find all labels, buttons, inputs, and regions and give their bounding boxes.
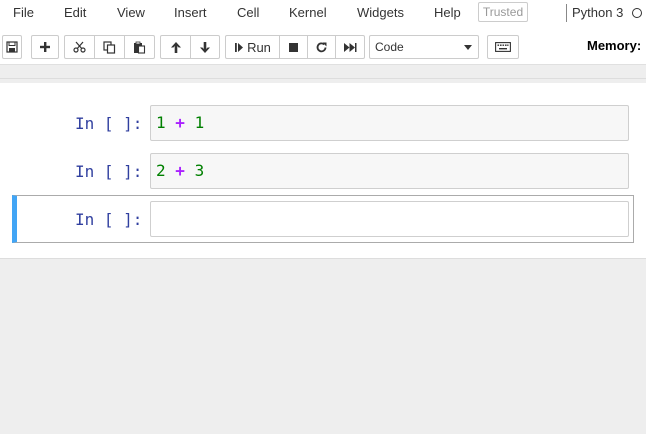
code-input[interactable]: 1 + 1 xyxy=(150,105,629,141)
trusted-badge[interactable]: Trusted xyxy=(478,2,528,22)
cut-button[interactable] xyxy=(64,35,95,59)
save-button[interactable] xyxy=(2,35,22,59)
kernel-separator xyxy=(566,4,567,22)
code-input[interactable] xyxy=(150,201,629,237)
code-cell-selected[interactable]: In [ ]: xyxy=(12,195,634,243)
paste-button[interactable] xyxy=(124,35,155,59)
insert-cell-button[interactable] xyxy=(31,35,59,59)
notebook-container: In [ ]: 1 + 1 In [ ]: 2 + 3 In [ ]: xyxy=(0,83,646,259)
code-token: + xyxy=(175,113,185,132)
menu-cell[interactable]: Cell xyxy=(237,5,259,20)
input-prompt: In [ ]: xyxy=(75,162,143,181)
cell-type-value: Code xyxy=(375,40,404,54)
run-icon xyxy=(235,42,244,52)
code-token: 2 xyxy=(156,161,166,180)
fast-forward-icon xyxy=(344,42,357,52)
code-token: 1 xyxy=(194,113,205,132)
arrow-down-icon xyxy=(200,41,210,53)
restart-run-all-button[interactable] xyxy=(335,35,365,59)
code-input[interactable]: 2 + 3 xyxy=(150,153,629,189)
header-divider xyxy=(0,78,646,79)
menu-insert[interactable]: Insert xyxy=(174,5,207,20)
copy-button[interactable] xyxy=(94,35,125,59)
menu-view[interactable]: View xyxy=(117,5,145,20)
menu-widgets[interactable]: Widgets xyxy=(357,5,404,20)
run-label: Run xyxy=(247,39,271,55)
input-prompt: In [ ]: xyxy=(75,210,143,229)
code-cell[interactable]: In [ ]: 1 + 1 xyxy=(12,103,634,143)
menubar: File Edit View Insert Cell Kernel Widget… xyxy=(0,0,646,27)
menu-file[interactable]: File xyxy=(13,5,34,20)
copy-icon xyxy=(103,40,116,54)
paste-icon xyxy=(134,41,146,54)
interrupt-kernel-button[interactable] xyxy=(279,35,308,59)
menu-edit[interactable]: Edit xyxy=(64,5,86,20)
cut-icon xyxy=(73,41,86,53)
menu-help[interactable]: Help xyxy=(434,5,461,20)
code-cell[interactable]: In [ ]: 2 + 3 xyxy=(12,151,634,191)
code-token: 3 xyxy=(194,161,205,180)
kernel-name[interactable]: Python 3 xyxy=(572,5,623,20)
save-icon xyxy=(6,41,18,53)
cell-type-select[interactable]: Code xyxy=(369,35,479,59)
code-token: 1 xyxy=(156,113,166,132)
move-cell-down-button[interactable] xyxy=(190,35,220,59)
arrow-up-icon xyxy=(170,41,181,53)
plus-icon xyxy=(40,42,50,52)
caret-down-icon xyxy=(464,45,472,50)
keyboard-icon xyxy=(495,42,511,52)
input-prompt: In [ ]: xyxy=(75,114,143,133)
move-cell-up-button[interactable] xyxy=(160,35,191,59)
restart-kernel-button[interactable] xyxy=(307,35,336,59)
stop-icon xyxy=(289,42,298,52)
restart-icon xyxy=(316,41,327,52)
memory-label: Memory: xyxy=(587,38,642,53)
menu-kernel[interactable]: Kernel xyxy=(289,5,327,20)
command-palette-button[interactable] xyxy=(487,35,519,59)
kernel-idle-indicator-icon xyxy=(632,8,642,18)
code-token: + xyxy=(175,161,185,180)
run-button[interactable]: Run xyxy=(225,35,280,59)
